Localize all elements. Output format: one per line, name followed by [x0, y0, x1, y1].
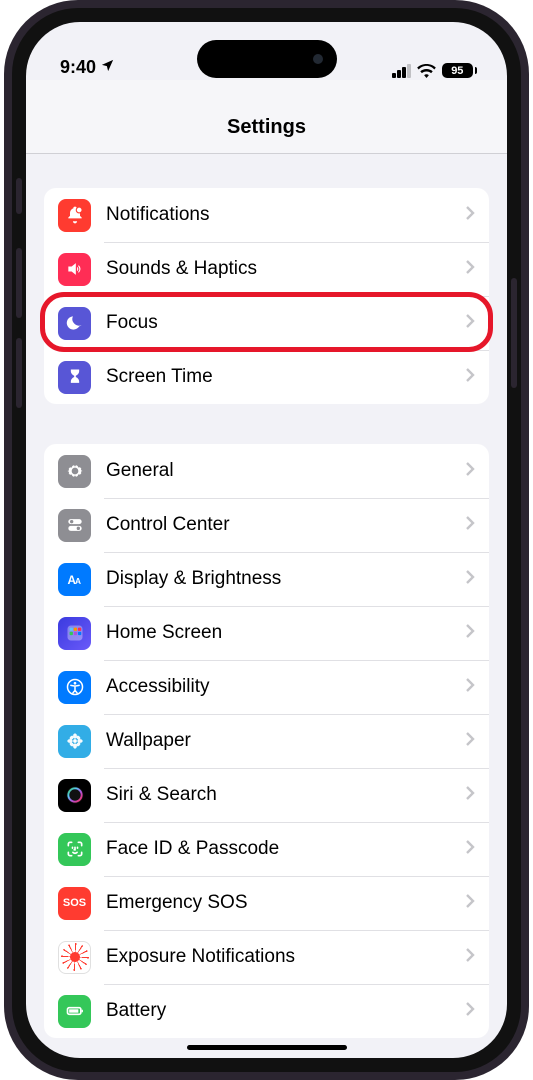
row-label: Emergency SOS: [106, 892, 465, 914]
hourglass-icon: [58, 361, 91, 394]
chevron-right-icon: [465, 569, 475, 590]
chevron-right-icon: [465, 677, 475, 698]
status-time: 9:40: [60, 57, 96, 78]
location-icon: [100, 57, 115, 78]
row-screen-time[interactable]: Screen Time: [44, 350, 489, 404]
row-focus[interactable]: Focus: [44, 296, 489, 350]
row-label: Accessibility: [106, 676, 465, 698]
home-indicator[interactable]: [187, 1045, 347, 1051]
page-title: Settings: [26, 80, 507, 154]
siri-icon: [58, 779, 91, 812]
sos-icon: SOS: [58, 887, 91, 920]
row-battery[interactable]: Battery: [44, 984, 489, 1038]
row-label: Battery: [106, 1000, 465, 1022]
phone-bezel: 9:40 95 Settings: [12, 8, 521, 1072]
chevron-right-icon: [465, 259, 475, 280]
toggles-icon: [58, 509, 91, 542]
settings-group-1: Notifications Sounds & Haptics Focus: [44, 188, 489, 404]
row-label: Siri & Search: [106, 784, 465, 806]
speaker-icon: [58, 253, 91, 286]
chevron-right-icon: [465, 947, 475, 968]
row-emergency-sos[interactable]: SOS Emergency SOS: [44, 876, 489, 930]
row-notifications[interactable]: Notifications: [44, 188, 489, 242]
row-label: General: [106, 460, 465, 482]
bell-icon: [58, 199, 91, 232]
chevron-right-icon: [465, 461, 475, 482]
row-wallpaper[interactable]: Wallpaper: [44, 714, 489, 768]
gear-icon: [58, 455, 91, 488]
row-exposure-notifications[interactable]: Exposure Notifications: [44, 930, 489, 984]
moon-icon: [58, 307, 91, 340]
faceid-icon: [58, 833, 91, 866]
grid-icon: [58, 617, 91, 650]
row-face-id-passcode[interactable]: Face ID & Passcode: [44, 822, 489, 876]
exposure-icon: [58, 941, 91, 974]
row-display-brightness[interactable]: AA Display & Brightness: [44, 552, 489, 606]
screen: 9:40 95 Settings: [26, 22, 507, 1058]
row-label: Face ID & Passcode: [106, 838, 465, 860]
svg-text:A: A: [75, 576, 81, 586]
row-home-screen[interactable]: Home Screen: [44, 606, 489, 660]
text-size-icon: AA: [58, 563, 91, 596]
settings-list: Notifications Sounds & Haptics Focus: [26, 154, 507, 1038]
flower-icon: [58, 725, 91, 758]
row-label: Sounds & Haptics: [106, 258, 465, 280]
chevron-right-icon: [465, 623, 475, 644]
chevron-right-icon: [465, 205, 475, 226]
settings-group-2: General Control Center AA Display & Brig…: [44, 444, 489, 1038]
chevron-right-icon: [465, 515, 475, 536]
row-sounds-haptics[interactable]: Sounds & Haptics: [44, 242, 489, 296]
accessibility-icon: [58, 671, 91, 704]
battery-indicator: 95: [442, 63, 477, 78]
chevron-right-icon: [465, 839, 475, 860]
row-label: Home Screen: [106, 622, 465, 644]
row-siri-search[interactable]: Siri & Search: [44, 768, 489, 822]
wifi-icon: [417, 64, 436, 78]
row-label: Wallpaper: [106, 730, 465, 752]
cellular-icon: [391, 64, 411, 78]
row-label: Screen Time: [106, 366, 465, 388]
row-control-center[interactable]: Control Center: [44, 498, 489, 552]
chevron-right-icon: [465, 731, 475, 752]
dynamic-island: [197, 40, 337, 78]
row-general[interactable]: General: [44, 444, 489, 498]
row-label: Exposure Notifications: [106, 946, 465, 968]
chevron-right-icon: [465, 367, 475, 388]
battery-icon: [58, 995, 91, 1028]
row-label: Display & Brightness: [106, 568, 465, 590]
row-accessibility[interactable]: Accessibility: [44, 660, 489, 714]
chevron-right-icon: [465, 785, 475, 806]
row-label: Focus: [106, 312, 465, 334]
chevron-right-icon: [465, 313, 475, 334]
chevron-right-icon: [465, 893, 475, 914]
row-label: Control Center: [106, 514, 465, 536]
chevron-right-icon: [465, 1001, 475, 1022]
row-label: Notifications: [106, 204, 465, 226]
